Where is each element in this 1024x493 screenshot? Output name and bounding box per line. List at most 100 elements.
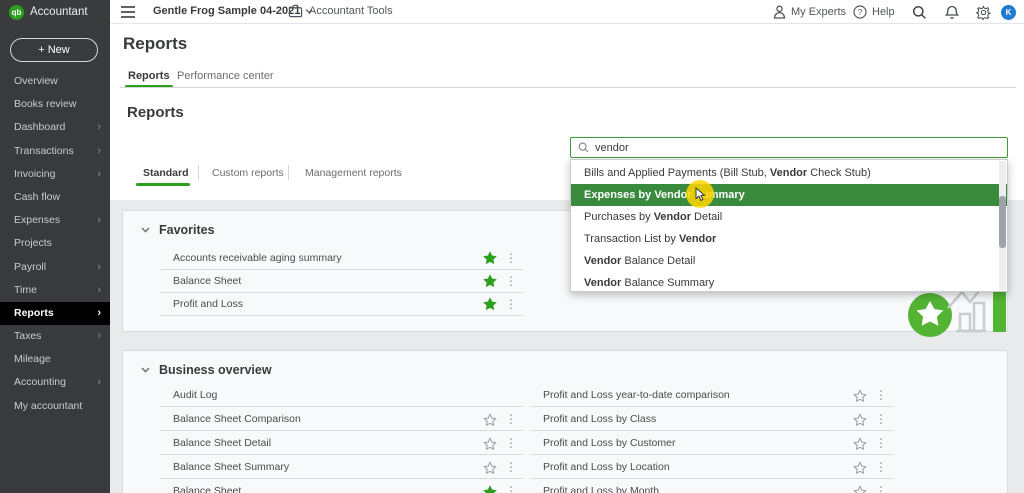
report-row[interactable]: Balance Sheet Detail ⋮ <box>161 431 523 455</box>
sidebar-item-transactions[interactable]: Transactions › <box>0 140 110 163</box>
favorites-header[interactable]: Favorites <box>141 223 215 237</box>
search-suggestion[interactable]: Purchases by Vendor Detail <box>571 206 1007 228</box>
sidebar-item-label: Projects <box>14 237 52 250</box>
notifications-button[interactable] <box>945 0 959 24</box>
sidebar-item-projects[interactable]: Projects <box>0 232 110 255</box>
business-overview-header[interactable]: Business overview <box>141 363 272 377</box>
quickbooks-logo-icon: qb <box>9 4 24 20</box>
tab-custom-reports[interactable]: Custom reports <box>212 167 284 179</box>
sidebar-item-payroll[interactable]: Payroll › <box>0 256 110 279</box>
report-name: Balance Sheet Detail <box>173 437 272 449</box>
tab-standard[interactable]: Standard <box>143 167 189 179</box>
report-row[interactable]: Balance Sheet Comparison ⋮ <box>161 407 523 431</box>
favorite-star-icon[interactable] <box>483 274 497 288</box>
report-row[interactable]: Profit and Loss by Customer ⋮ <box>531 431 893 455</box>
report-search-input[interactable]: vendor <box>570 137 1008 158</box>
sidebar-item-time[interactable]: Time › <box>0 279 110 302</box>
search-suggestion[interactable]: Vendor Balance Detail <box>571 250 1007 272</box>
chevron-right-icon: › <box>97 283 101 296</box>
report-row[interactable]: Profit and Loss by Class ⋮ <box>531 407 893 431</box>
report-tab-divider <box>198 165 199 180</box>
sidebar-item-label: Books review <box>14 98 77 111</box>
suggestion-list: Bills and Applied Payments (Bill Stub, V… <box>571 160 1007 294</box>
accountant-tools-button[interactable]: Accountant Tools <box>288 4 393 18</box>
report-row[interactable]: Balance Sheet Summary ⋮ <box>161 455 523 479</box>
kebab-menu-icon[interactable]: ⋮ <box>505 455 517 479</box>
tab-performance-center[interactable]: Performance center <box>177 70 274 82</box>
sidebar-item-taxes[interactable]: Taxes › <box>0 325 110 348</box>
search-suggestion[interactable]: Bills and Applied Payments (Bill Stub, V… <box>571 162 1007 184</box>
tab-reports[interactable]: Reports <box>128 70 170 82</box>
business-overview-left-rows: Audit Log Balance Sheet Comparison ⋮ Balanc… <box>161 383 523 493</box>
sidebar-item-label: Reports <box>14 306 54 319</box>
suggestion-text: Vendor <box>769 167 808 179</box>
sidebar-item-label: Transactions <box>14 144 74 157</box>
tab-management-reports[interactable]: Management reports <box>305 167 402 179</box>
kebab-menu-icon[interactable]: ⋮ <box>875 455 887 479</box>
help-button[interactable]: ? Help <box>853 0 895 24</box>
my-experts-button[interactable]: My Experts <box>773 0 846 24</box>
svg-text:?: ? <box>858 8 863 17</box>
report-name: Profit and Loss <box>173 298 244 310</box>
sidebar-item-reports[interactable]: Reports › <box>0 301 110 326</box>
report-row[interactable]: Profit and Loss ⋮ <box>161 293 523 316</box>
favorite-star-icon[interactable] <box>483 251 497 265</box>
search-suggestion[interactable]: Vendor Balance Summary <box>571 272 1007 294</box>
settings-button[interactable] <box>976 0 991 24</box>
star-outline-icon[interactable] <box>853 412 867 427</box>
new-button[interactable]: + New <box>10 38 98 62</box>
kebab-menu-icon[interactable]: ⋮ <box>875 383 887 407</box>
report-row[interactable]: Profit and Loss by Location ⋮ <box>531 455 893 479</box>
favorites-title: Favorites <box>159 223 215 237</box>
kebab-menu-icon[interactable]: ⋮ <box>505 247 517 270</box>
business-overview-right-rows: Profit and Loss year-to-date comparison ⋮… <box>531 383 893 493</box>
report-row[interactable]: Accounts receivable aging summary ⋮ <box>161 247 523 270</box>
kebab-menu-icon[interactable]: ⋮ <box>505 479 517 493</box>
business-overview-card: Business overview Audit Log Balance Sheet… <box>122 350 1008 493</box>
sidebar-item-books-review[interactable]: Books review <box>0 93 110 116</box>
suggestion-text: Balance Summary <box>621 277 715 289</box>
sidebar-item-accounting[interactable]: Accounting › <box>0 371 110 394</box>
sidebar-item-mileage[interactable]: Mileage <box>0 348 110 371</box>
search-suggestion[interactable]: Transaction List by Vendor <box>571 228 1007 250</box>
star-outline-icon[interactable] <box>483 412 497 427</box>
star-outline-icon[interactable] <box>853 388 867 403</box>
favorite-star-icon[interactable] <box>483 484 497 493</box>
search-value: vendor <box>595 141 629 154</box>
search-suggestion[interactable]: Expenses by Vendor Summary <box>571 184 1007 206</box>
kebab-menu-icon[interactable]: ⋮ <box>875 407 887 431</box>
star-outline-icon[interactable] <box>853 436 867 451</box>
section-title: Reports <box>127 104 184 121</box>
company-name: Gentle Frog Sample 04-2021 <box>153 5 301 17</box>
hamburger-menu-icon[interactable] <box>121 6 135 18</box>
report-row[interactable]: Balance Sheet ⋮ <box>161 479 523 493</box>
favorite-star-icon[interactable] <box>483 297 497 311</box>
sidebar-item-cash-flow[interactable]: Cash flow <box>0 186 110 209</box>
chevron-down-icon <box>141 227 150 233</box>
sidebar-item-label: Invoicing <box>14 167 56 180</box>
kebab-menu-icon[interactable]: ⋮ <box>505 407 517 431</box>
report-row[interactable]: Profit and Loss by Month ⋮ <box>531 479 893 493</box>
star-outline-icon[interactable] <box>483 436 497 451</box>
sidebar-item-expenses[interactable]: Expenses › <box>0 209 110 232</box>
search-button[interactable] <box>912 0 927 24</box>
star-outline-icon[interactable] <box>483 460 497 475</box>
user-avatar[interactable]: K <box>1001 0 1016 24</box>
kebab-menu-icon[interactable]: ⋮ <box>875 479 887 493</box>
sidebar-item-invoicing[interactable]: Invoicing › <box>0 163 110 186</box>
sidebar-item-my-accountant[interactable]: My accountant <box>0 395 110 418</box>
kebab-menu-icon[interactable]: ⋮ <box>505 431 517 455</box>
report-row[interactable]: Profit and Loss year-to-date comparison ⋮ <box>531 383 893 407</box>
kebab-menu-icon[interactable]: ⋮ <box>505 270 517 293</box>
star-outline-icon[interactable] <box>853 484 867 493</box>
sidebar-item-overview[interactable]: Overview <box>0 70 110 93</box>
kebab-menu-icon[interactable]: ⋮ <box>875 431 887 455</box>
sidebar-item-label: Mileage <box>14 353 51 366</box>
star-outline-icon[interactable] <box>853 460 867 475</box>
kebab-menu-icon[interactable]: ⋮ <box>505 293 517 316</box>
report-row[interactable]: Balance Sheet ⋮ <box>161 270 523 293</box>
sidebar-item-dashboard[interactable]: Dashboard › <box>0 116 110 139</box>
report-name: Profit and Loss by Class <box>543 413 657 425</box>
dropdown-scrollbar-thumb[interactable] <box>999 196 1006 248</box>
report-row[interactable]: Audit Log <box>161 383 523 407</box>
